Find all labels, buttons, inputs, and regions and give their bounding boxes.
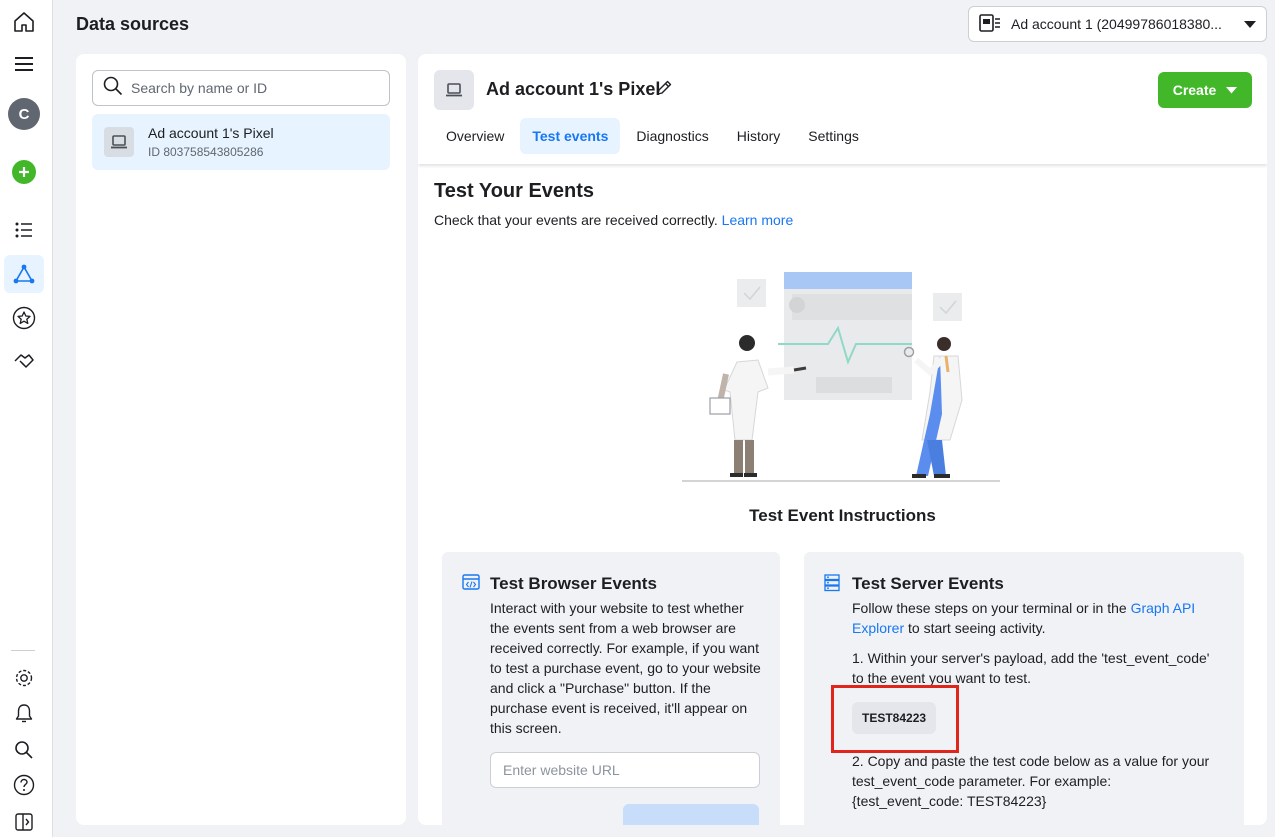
tab-test-events[interactable]: Test events [520, 118, 621, 154]
test-server-events-card: Test Server Events Follow these steps on… [804, 552, 1244, 825]
create-plus-icon[interactable] [4, 153, 44, 191]
learn-more-link[interactable]: Learn more [722, 212, 794, 228]
highlight-box [831, 685, 959, 753]
ad-account-label: Ad account 1 (20499786018380... [1011, 16, 1222, 32]
data-source-item[interactable]: Ad account 1's Pixel ID 803758543805286 [92, 114, 390, 170]
list-icon[interactable] [4, 211, 44, 249]
step-two-text: 2. Copy and paste the test code below as… [852, 753, 1210, 809]
pixel-detail-panel: Ad account 1's Pixel Create Overview Tes… [418, 54, 1267, 825]
bell-icon[interactable] [4, 695, 44, 733]
search-icon[interactable] [4, 731, 44, 769]
search-box[interactable] [92, 70, 390, 106]
card-title: Test Browser Events [490, 574, 657, 593]
account-avatar[interactable]: C [4, 95, 44, 133]
partnership-icon[interactable] [4, 342, 44, 380]
card-intro: Follow these steps on your terminal or i… [852, 598, 1224, 638]
create-button-label: Create [1172, 82, 1217, 98]
ad-account-selector[interactable]: Ad account 1 (20499786018380... [968, 6, 1267, 42]
search-icon [103, 76, 123, 101]
data-source-name: Ad account 1's Pixel [148, 125, 274, 141]
pixel-tabs: Overview Test events Diagnostics History… [434, 118, 871, 154]
laptop-icon [104, 127, 134, 157]
page-title: Data sources [76, 14, 190, 34]
pixel-title: Ad account 1's Pixel [486, 79, 661, 99]
tab-diagnostics[interactable]: Diagnostics [624, 118, 720, 154]
menu-icon[interactable] [4, 45, 44, 83]
intro-text-after: to start seeing activity. [904, 620, 1046, 636]
search-input[interactable] [131, 80, 379, 96]
section-description: Check that your events are received corr… [434, 212, 793, 228]
tab-settings[interactable]: Settings [796, 118, 871, 154]
section-description-text: Check that your events are received corr… [434, 212, 718, 228]
tab-overview[interactable]: Overview [434, 118, 516, 154]
chevron-down-icon [1226, 86, 1238, 93]
pencil-icon[interactable] [655, 79, 673, 102]
data-source-id: ID 803758543805286 [148, 145, 264, 159]
card-title: Test Server Events [852, 574, 1004, 593]
home-icon[interactable] [4, 3, 44, 41]
create-button[interactable]: Create [1158, 72, 1252, 108]
website-url-input[interactable] [490, 752, 760, 788]
section-title: Test Your Events [434, 180, 595, 202]
ad-account-icon [979, 13, 1001, 35]
tab-history[interactable]: History [725, 118, 793, 154]
step-one-text: 1. Within your server's payload, add the… [852, 650, 1210, 686]
avatar: C [8, 98, 40, 130]
laptop-icon [434, 70, 474, 110]
sidebar-toggle-icon[interactable] [4, 803, 44, 837]
test-browser-events-card: Test Browser Events Interact with your w… [442, 552, 780, 825]
test-events-illustration [682, 272, 1000, 482]
test-events-content: Test Your Events Check that your events … [418, 164, 1267, 825]
rail-divider [11, 650, 35, 651]
star-icon[interactable] [4, 299, 44, 337]
intro-text-before: Follow these steps on your terminal or i… [852, 600, 1131, 616]
help-icon[interactable] [4, 766, 44, 804]
open-website-button[interactable] [623, 804, 759, 825]
instructions-title: Test Event Instructions [749, 506, 936, 525]
server-icon [824, 574, 840, 597]
browser-code-icon [462, 574, 480, 595]
data-sources-panel: Ad account 1's Pixel ID 803758543805286 [76, 54, 406, 825]
gear-icon[interactable] [4, 659, 44, 697]
card-description: Interact with your website to test wheth… [490, 600, 761, 736]
pixel-header: Ad account 1's Pixel Create Overview Tes… [418, 54, 1267, 164]
chevron-down-icon [1244, 16, 1256, 32]
left-rail: C [0, 0, 53, 837]
events-manager-icon[interactable] [4, 255, 44, 293]
